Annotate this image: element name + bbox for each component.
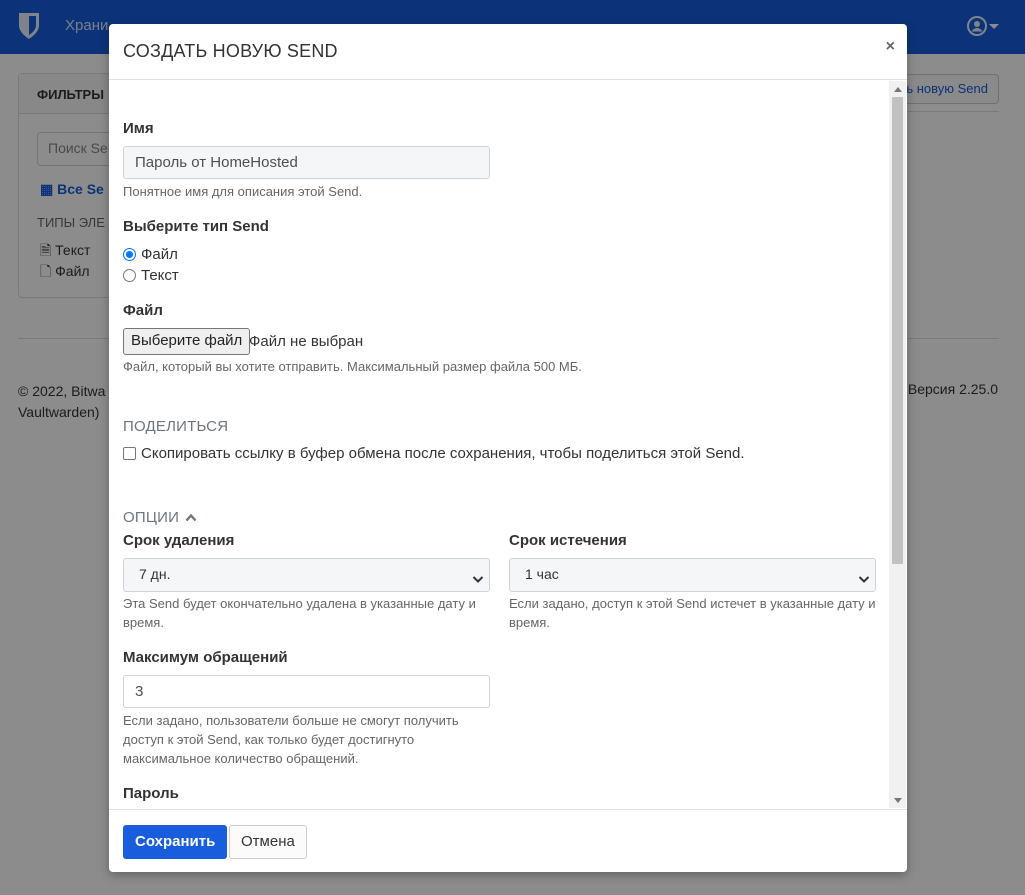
expiration-date-hint: Если задано, доступ к этой Send истечет … xyxy=(509,596,876,630)
name-hint: Понятное имя для описания этой Send. xyxy=(123,184,363,199)
create-send-modal: СОЗДАТЬ НОВУЮ SEND × Имя Пароль от HomeH… xyxy=(109,24,907,872)
chevron-up-icon xyxy=(185,509,197,526)
modal-header: СОЗДАТЬ НОВУЮ SEND × xyxy=(109,24,907,80)
file-hint: Файл, который вы хотите отправить. Макси… xyxy=(123,359,582,374)
scroll-down-arrow-icon[interactable] xyxy=(894,798,902,803)
share-heading: ПОДЕЛИТЬСЯ xyxy=(123,418,229,435)
name-input[interactable]: Пароль от HomeHosted xyxy=(123,146,490,179)
chevron-down-icon xyxy=(472,571,484,587)
scroll-thumb[interactable] xyxy=(892,97,903,564)
copy-link-checkbox[interactable] xyxy=(123,447,136,460)
modal-body: Имя Пароль от HomeHosted Понятное имя дл… xyxy=(109,81,907,808)
password-label: Пароль xyxy=(123,785,179,802)
options-toggle[interactable]: ОПЦИИ xyxy=(123,509,197,526)
copy-link-label: Скопировать ссылку в буфер обмена после … xyxy=(141,445,745,462)
save-button[interactable]: Сохранить xyxy=(123,825,228,859)
radio-file[interactable] xyxy=(123,248,136,261)
file-status: Файл не выбран xyxy=(249,333,364,350)
options-heading: ОПЦИИ xyxy=(123,509,180,526)
max-access-hint: Если задано, пользователи больше не смог… xyxy=(123,713,459,766)
choose-file-button[interactable]: Выберите файл xyxy=(123,328,251,355)
file-label: Файл xyxy=(123,302,163,319)
expiration-date-value: 1 час xyxy=(525,566,559,582)
modal-scrollbar[interactable] xyxy=(889,81,906,808)
max-access-label: Максимум обращений xyxy=(123,649,288,666)
name-label: Имя xyxy=(123,120,154,137)
cancel-button[interactable]: Отмена xyxy=(229,825,307,859)
copy-link-option[interactable]: Скопировать ссылку в буфер обмена после … xyxy=(123,445,745,462)
modal-title: СОЗДАТЬ НОВУЮ SEND xyxy=(123,41,338,61)
type-option-file[interactable]: Файл xyxy=(123,246,178,263)
deletion-date-select[interactable]: 7 дн. xyxy=(123,558,490,592)
radio-text[interactable] xyxy=(123,269,136,282)
type-option-label: Файл xyxy=(141,246,178,263)
expiration-date-select[interactable]: 1 час xyxy=(509,558,876,592)
type-option-text[interactable]: Текст xyxy=(123,267,179,284)
max-access-input[interactable]: 3 xyxy=(123,675,490,708)
deletion-date-label: Срок удаления xyxy=(123,532,235,549)
chevron-down-icon xyxy=(858,571,870,587)
deletion-date-value: 7 дн. xyxy=(139,566,171,582)
expiration-date-label: Срок истечения xyxy=(509,532,627,549)
close-icon[interactable]: × xyxy=(886,38,895,56)
type-option-label: Текст xyxy=(141,267,179,284)
scroll-up-arrow-icon[interactable] xyxy=(894,87,902,92)
deletion-date-hint: Эта Send будет окончательно удалена в ук… xyxy=(123,596,476,630)
modal-footer: Сохранить Отмена xyxy=(109,809,907,872)
send-type-label: Выберите тип Send xyxy=(123,218,269,235)
